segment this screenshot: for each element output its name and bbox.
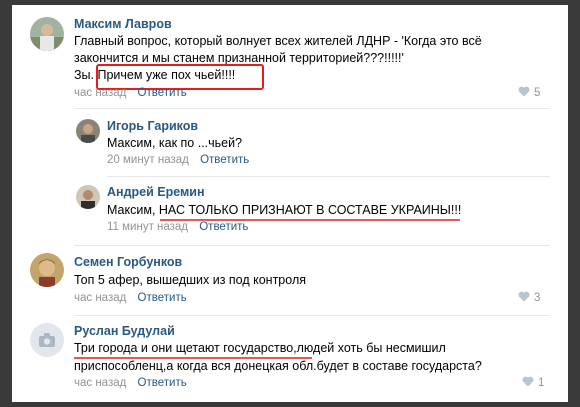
comment-author[interactable]: Руслан Будулай xyxy=(74,324,175,338)
comment-meta: 20 минут назад Ответить xyxy=(107,154,249,166)
reply-button[interactable]: Ответить xyxy=(138,292,187,304)
comment-meta: 11 минут назад Ответить xyxy=(107,221,248,233)
comment-author[interactable]: Семен Горбунков xyxy=(74,255,182,269)
avatar[interactable] xyxy=(30,17,64,51)
heart-icon xyxy=(518,86,530,100)
comment-meta: час назад Ответить xyxy=(74,377,187,389)
comments-panel: Максим Лавров Главный вопрос, который во… xyxy=(12,5,568,402)
comment-author[interactable]: Игорь Гариков xyxy=(107,119,198,133)
comment-time[interactable]: час назад xyxy=(74,87,126,99)
likes-count: 1 xyxy=(538,377,545,390)
avatar[interactable] xyxy=(30,253,64,287)
comment-text-line: Главный вопрос, который волнует всех жит… xyxy=(74,34,482,48)
avatar[interactable] xyxy=(30,323,64,357)
avatar[interactable] xyxy=(76,185,100,209)
comment-text-line: Максим, НАС ТОЛЬКО ПРИЗНАЮТ В СОСТАВЕ УК… xyxy=(107,203,462,217)
comment-time[interactable]: 11 минут назад xyxy=(107,221,188,233)
divider xyxy=(74,315,550,316)
comment-time[interactable]: час назад xyxy=(74,292,126,304)
comment-time[interactable]: час назад xyxy=(74,377,126,389)
comment-author[interactable]: Максим Лавров xyxy=(74,17,172,31)
like-button[interactable]: 1 xyxy=(522,376,544,390)
reply-button[interactable]: Ответить xyxy=(199,221,248,233)
like-button[interactable]: 5 xyxy=(518,86,540,100)
like-button[interactable]: 3 xyxy=(518,291,540,305)
comment-text-line: приспособленц,а когда вся донецкая обл.б… xyxy=(74,359,482,373)
comment-time[interactable]: 20 минут назад xyxy=(107,154,189,166)
comment-text-line: Три города и они щетают государство,люде… xyxy=(74,341,446,355)
comment-author[interactable]: Андрей Еремин xyxy=(107,185,205,199)
comment-text-line: Топ 5 афер, вышедших из под контроля xyxy=(74,273,307,287)
reply-button[interactable]: Ответить xyxy=(138,377,187,389)
comment-meta: час назад Ответить xyxy=(74,292,187,304)
avatar[interactable] xyxy=(76,119,100,143)
divider xyxy=(74,245,550,246)
likes-count: 3 xyxy=(534,292,541,305)
heart-icon xyxy=(522,376,534,390)
comment-text-line: Максим, как по ...чьей? xyxy=(107,136,243,150)
comment-meta: час назад Ответить xyxy=(74,87,187,99)
reply-button[interactable]: Ответить xyxy=(138,87,187,99)
divider xyxy=(74,108,550,109)
divider xyxy=(107,176,550,177)
reply-button[interactable]: Ответить xyxy=(200,154,249,166)
heart-icon xyxy=(518,291,530,305)
likes-count: 5 xyxy=(534,87,541,100)
